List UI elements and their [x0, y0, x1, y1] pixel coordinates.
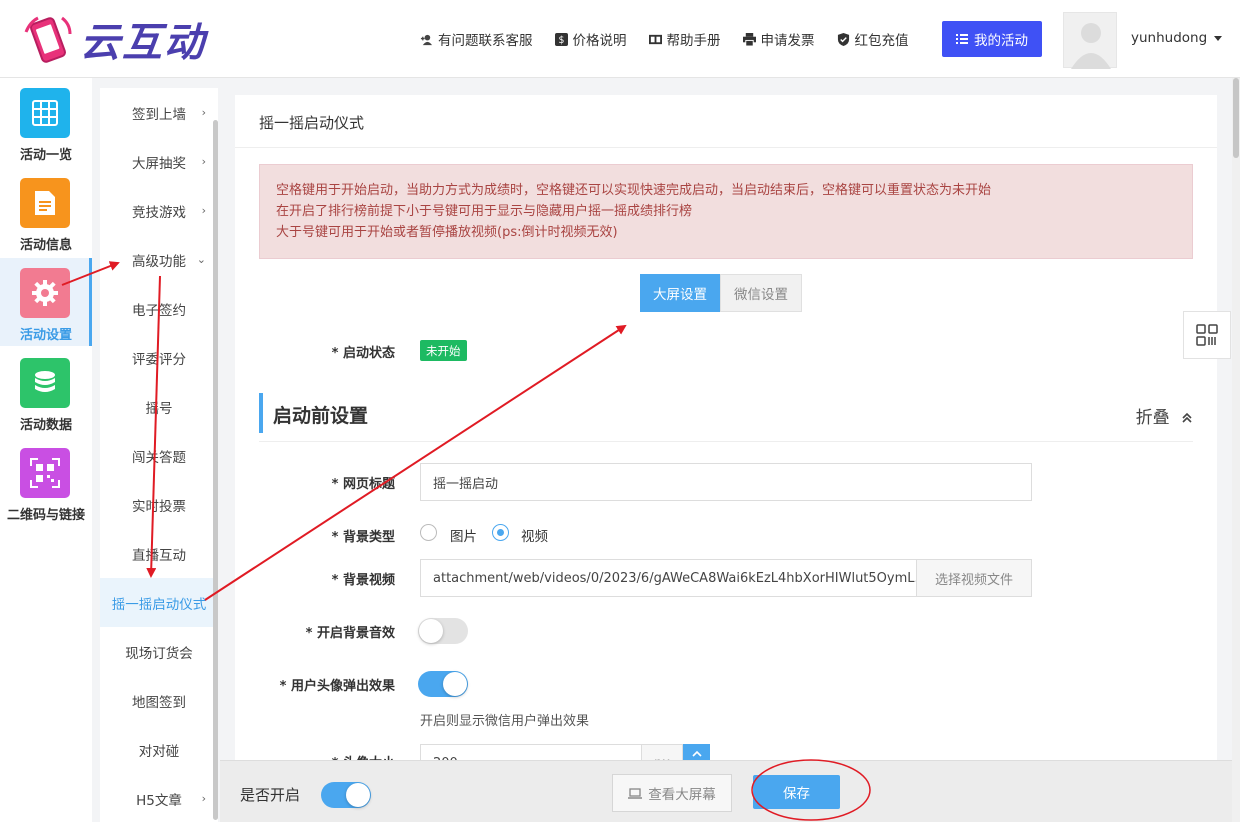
printer-icon — [742, 32, 756, 46]
avatar-popup-switch[interactable] — [418, 671, 468, 697]
brand-name: 云互动 — [80, 20, 206, 66]
gear-icon — [20, 268, 70, 318]
submenu-item-advanced[interactable]: 高级功能 ⌄ — [100, 235, 218, 284]
switch-knob — [443, 672, 467, 696]
submenu-item[interactable]: 大屏抽奖 › — [100, 137, 218, 186]
bottom-action-bar: 是否开启 查看大屏幕 保存 — [220, 760, 1232, 822]
book-icon — [648, 34, 662, 44]
submenu-item[interactable]: 闯关答题 — [100, 431, 218, 480]
nav-invoice[interactable]: 申请发票 — [742, 29, 815, 49]
user-silhouette-icon — [1071, 23, 1111, 69]
left-icon-rail: 活动一览 活动信息 活动设置 活动数据 二维码与链接 — [0, 78, 92, 822]
page-title-input[interactable]: 摇一摇启动 — [420, 463, 1032, 501]
chevron-right-icon: › — [201, 106, 206, 119]
main-panel: 摇一摇启动仪式 空格键用于开始启动，当助力方式为成绩时，空格键还可以实现快速完成… — [235, 95, 1217, 822]
chevron-up-icon — [691, 750, 702, 757]
chevron-right-icon: › — [201, 155, 206, 168]
submenu-item-shake-launch[interactable]: 摇一摇启动仪式 — [100, 578, 218, 627]
fold-toggle[interactable]: 折叠 — [1136, 403, 1193, 428]
floating-qrcode-button[interactable] — [1183, 311, 1231, 359]
nav-contact-support[interactable]: 有问题联系客服 — [420, 29, 533, 49]
submenu-item[interactable]: 摇号 — [100, 382, 218, 431]
chevron-down-icon: ⌄ — [196, 253, 206, 266]
section-header: 启动前设置 折叠 — [259, 393, 1193, 433]
enable-switch[interactable] — [321, 782, 371, 808]
divider — [259, 441, 1193, 442]
nav-redpacket-recharge[interactable]: 红包充值 — [837, 29, 909, 49]
status-label: * 启动状态 — [331, 346, 395, 361]
nav-help-manual[interactable]: 帮助手册 — [648, 29, 721, 49]
avatar-popup-label: * 用户头像弹出效果 — [279, 679, 395, 694]
rail-item-activity-overview[interactable]: 活动一览 — [0, 78, 92, 166]
caret-down-icon — [1214, 35, 1223, 41]
submenu-item[interactable]: 对对碰 — [100, 725, 218, 774]
status-badge: 未开始 — [420, 340, 467, 361]
brand-logo[interactable]: 云互动 — [22, 12, 206, 66]
settings-tabs: 大屏设置 微信设置 — [640, 274, 802, 312]
page-scrollbar[interactable] — [1232, 78, 1240, 822]
qrcode-icon — [20, 448, 70, 498]
add-user-icon — [420, 34, 433, 45]
svg-text:$: $ — [558, 35, 564, 46]
database-icon — [20, 358, 70, 408]
top-header: 云互动 有问题联系客服 $ 价格说明 帮助手册 申请发票 红包充值 我的活动 y… — [0, 0, 1240, 78]
nav-pricing[interactable]: $ 价格说明 — [554, 29, 627, 49]
rail-item-activity-info[interactable]: 活动信息 — [0, 168, 92, 256]
view-big-screen-button[interactable]: 查看大屏幕 — [612, 774, 732, 812]
submenu-scrollbar[interactable] — [213, 120, 218, 820]
phone-logo-icon — [24, 16, 72, 63]
bg-video-label: * 背景视频 — [331, 573, 395, 588]
keyboard-hint-alert: 空格键用于开始启动，当助力方式为成绩时，空格键还可以实现快速完成启动，当启动结束… — [259, 164, 1193, 259]
rail-item-activity-data[interactable]: 活动数据 — [0, 348, 92, 436]
submenu-item[interactable]: H5文章 › — [100, 774, 218, 822]
save-button[interactable]: 保存 — [753, 775, 840, 809]
tab-wechat-settings[interactable]: 微信设置 — [720, 274, 802, 312]
section-title: 启动前设置 — [273, 405, 369, 427]
rail-item-qrcode-links[interactable]: 二维码与链接 — [0, 438, 92, 526]
chevron-up-double-icon — [1182, 412, 1192, 423]
page-title: 摇一摇启动仪式 — [259, 114, 365, 132]
scrollbar-thumb[interactable] — [1233, 78, 1239, 158]
user-avatar[interactable] — [1063, 12, 1117, 69]
radio-bg-image-label: 图片 — [450, 529, 477, 545]
bg-video-path-input[interactable]: attachment/web/videos/0/2023/6/gAWeCA8Wa… — [420, 559, 917, 597]
submenu-item[interactable]: 直播互动 — [100, 529, 218, 578]
rail-item-activity-settings[interactable]: 活动设置 — [0, 258, 92, 346]
submenu-item[interactable]: 实时投票 — [100, 480, 218, 529]
divider — [235, 147, 1217, 148]
radio-bg-image[interactable] — [420, 524, 437, 541]
laptop-icon — [628, 787, 643, 799]
submenu-item[interactable]: 现场订货会 — [100, 627, 218, 676]
user-menu[interactable]: yunhudong — [1131, 30, 1223, 46]
chevron-right-icon: › — [201, 792, 206, 805]
tab-screen-settings[interactable]: 大屏设置 — [640, 274, 720, 312]
chevron-right-icon: › — [201, 204, 206, 217]
grid-icon — [20, 88, 70, 138]
my-activity-button[interactable]: 我的活动 — [942, 21, 1042, 57]
document-icon — [20, 178, 70, 228]
avatar-popup-hint: 开启则显示微信用户弹出效果 — [420, 714, 590, 729]
bg-sound-switch[interactable] — [418, 618, 468, 644]
submenu-item[interactable]: 签到上墙 › — [100, 88, 218, 137]
qrcode-icon — [1196, 324, 1218, 346]
enable-label: 是否开启 — [240, 786, 301, 804]
list-icon — [956, 34, 968, 44]
settings-submenu: 签到上墙 › 大屏抽奖 › 竞技游戏 › 高级功能 ⌄ 电子签约 评委评分 摇号 闯关答… — [100, 88, 218, 822]
radio-bg-video[interactable] — [492, 524, 509, 541]
radio-bg-video-label: 视频 — [521, 529, 548, 545]
submenu-item[interactable]: 地图签到 — [100, 676, 218, 725]
dollar-icon: $ — [554, 32, 568, 46]
bg-sound-label: * 开启背景音效 — [305, 626, 395, 641]
shield-check-icon — [837, 32, 849, 46]
page-title-label: * 网页标题 — [331, 477, 395, 492]
submenu-item[interactable]: 评委评分 — [100, 333, 218, 382]
submenu-item[interactable]: 竞技游戏 › — [100, 186, 218, 235]
bg-type-label: * 背景类型 — [331, 530, 395, 545]
submenu-item[interactable]: 电子签约 — [100, 284, 218, 333]
switch-knob — [419, 619, 443, 643]
top-nav: 有问题联系客服 $ 价格说明 帮助手册 申请发票 红包充值 — [420, 22, 931, 56]
switch-knob — [346, 783, 370, 807]
choose-video-button[interactable]: 选择视频文件 — [916, 559, 1032, 597]
